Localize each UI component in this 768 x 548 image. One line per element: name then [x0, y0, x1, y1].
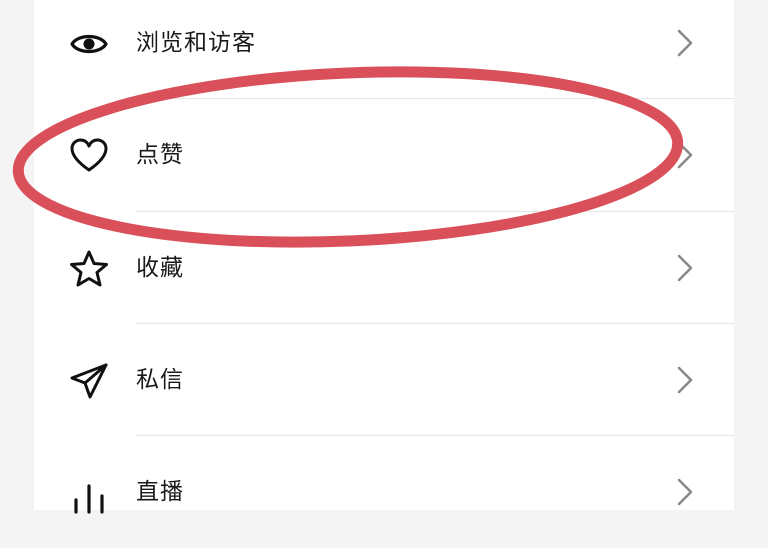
menu-item-label: 浏览和访客: [136, 30, 256, 56]
heart-icon: [68, 135, 110, 177]
menu-item-label: 点赞: [136, 142, 184, 168]
menu-item-favorites[interactable]: 收藏: [34, 212, 734, 324]
chevron-right-icon: [676, 365, 694, 395]
chevron-right-icon: [676, 253, 694, 283]
menu-card: 浏览和访客 点赞 收藏 私信 直播: [34, 0, 734, 514]
menu-item-likes[interactable]: 点赞: [34, 99, 734, 211]
paper-plane-icon: [68, 360, 110, 402]
chevron-right-icon: [676, 140, 694, 170]
menu-item-label: 私信: [136, 367, 184, 393]
bar-chart-icon: [68, 472, 110, 514]
eye-icon: [68, 23, 110, 65]
menu-item-live[interactable]: 直播: [34, 436, 734, 548]
chevron-right-icon: [676, 477, 694, 507]
menu-item-views-visitors[interactable]: 浏览和访客: [34, 0, 734, 99]
menu-item-messages[interactable]: 私信: [34, 324, 734, 436]
star-icon: [68, 248, 110, 290]
menu-item-label: 收藏: [136, 255, 184, 281]
menu-item-label: 直播: [136, 479, 184, 505]
chevron-right-icon: [676, 28, 694, 58]
